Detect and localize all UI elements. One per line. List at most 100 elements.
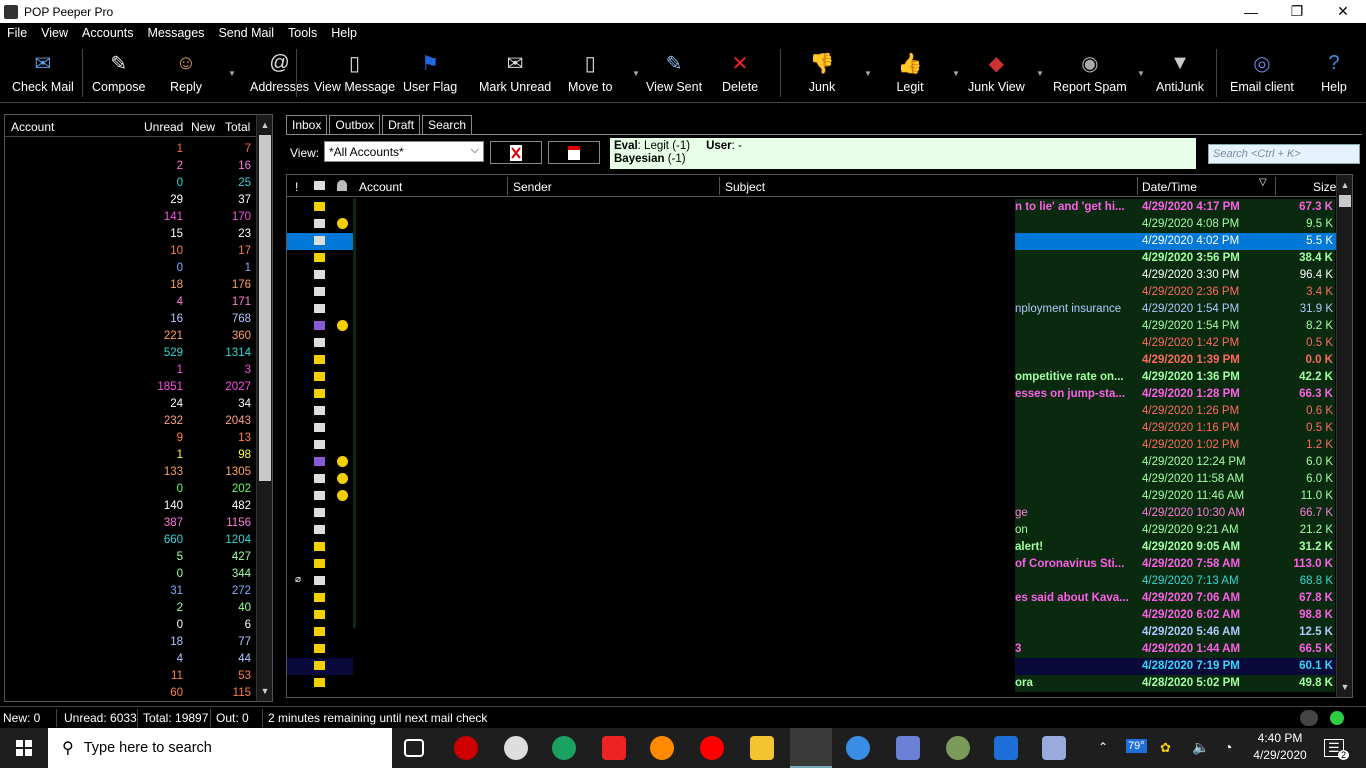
account-row[interactable]: 0 344	[5, 566, 257, 583]
scroll-up-icon[interactable]: ▲	[257, 117, 273, 133]
online-status-icon[interactable]	[1330, 711, 1344, 725]
account-row[interactable]: 660 1204	[5, 532, 257, 549]
app-bird-icon[interactable]	[846, 736, 870, 760]
account-row[interactable]: 232 2043	[5, 413, 257, 430]
user-flag-button[interactable]: ⚑ User Flag	[403, 49, 457, 95]
menu-messages[interactable]: Messages	[140, 26, 211, 40]
compose-button[interactable]: ✎ Compose	[92, 49, 146, 95]
dropdown-arrow-icon[interactable]: ▼	[1137, 69, 1145, 78]
help-button[interactable]: ? Help	[1320, 49, 1348, 95]
app-globe-icon[interactable]	[946, 736, 970, 760]
unread-column-header[interactable]: Unread	[144, 120, 183, 134]
account-row[interactable]: 29 37	[5, 192, 257, 209]
account-row[interactable]: 4 44	[5, 651, 257, 668]
filter-page-button[interactable]	[548, 141, 600, 164]
accounts-scrollbar[interactable]: ▲ ▼	[256, 115, 272, 701]
opera-browser-icon[interactable]	[700, 736, 724, 760]
restore-button[interactable]: ❐	[1274, 0, 1320, 23]
account-row[interactable]: 1851 2027	[5, 379, 257, 396]
scroll-down-icon[interactable]: ▼	[1337, 679, 1352, 695]
tab-search[interactable]: Search	[422, 115, 473, 135]
account-row[interactable]: 5 427	[5, 549, 257, 566]
datetime-column-header[interactable]: Date/Time	[1142, 180, 1197, 194]
account-row[interactable]: 16 768	[5, 311, 257, 328]
firefox-browser-icon[interactable]	[650, 736, 674, 760]
pop-peeper-taskbar-button[interactable]	[790, 728, 832, 768]
menu-tools[interactable]: Tools	[281, 26, 324, 40]
task-view-icon[interactable]	[404, 739, 424, 757]
edge-browser-icon[interactable]	[552, 736, 576, 760]
account-list-column-header[interactable]: Account	[359, 180, 402, 194]
antijunk-button[interactable]: ▼ AntiJunk	[1156, 49, 1204, 95]
account-row[interactable]: 13	[5, 362, 257, 379]
mark-unread-button[interactable]: ✉ Mark Unread	[479, 49, 551, 95]
tab-draft[interactable]: Draft	[382, 115, 421, 135]
taskbar-clock[interactable]: 4:40 PM 4/29/2020	[1248, 730, 1312, 764]
account-row[interactable]: 06	[5, 617, 257, 634]
message-scroll-thumb[interactable]	[1339, 195, 1351, 207]
file-explorer-icon[interactable]	[750, 736, 774, 760]
delete-button[interactable]: ✕ Delete	[722, 49, 758, 95]
search-input[interactable]: Search <Ctrl + K>	[1208, 144, 1360, 164]
total-column-header[interactable]: Total	[225, 120, 250, 134]
report-spam-button[interactable]: ◉ Report Spam	[1053, 49, 1127, 95]
view-sent-button[interactable]: ✎ View Sent	[646, 49, 702, 95]
start-button[interactable]	[0, 728, 48, 768]
minimize-button[interactable]: —	[1228, 0, 1274, 23]
account-row[interactable]: 11 53	[5, 668, 257, 685]
reply-button[interactable]: ☺ Reply	[170, 49, 202, 95]
mail-app-icon[interactable]	[994, 736, 1018, 760]
account-row[interactable]: 2 40	[5, 600, 257, 617]
app-sphere-icon[interactable]	[504, 736, 528, 760]
network-icon[interactable]: ◔	[1224, 739, 1232, 755]
account-row[interactable]: 18 77	[5, 634, 257, 651]
taskbar-search-input[interactable]: ⚲ Type here to search	[48, 728, 392, 768]
junk-view-button[interactable]: ◆ Junk View	[968, 49, 1025, 95]
dropdown-arrow-icon[interactable]: ▼	[228, 69, 236, 78]
dropdown-arrow-icon[interactable]: ▼	[632, 69, 640, 78]
flag-column-header[interactable]: !	[295, 180, 298, 194]
account-row[interactable]: 529 1314	[5, 345, 257, 362]
account-row[interactable]: 221 360	[5, 328, 257, 345]
account-row[interactable]: 9 13	[5, 430, 257, 447]
close-button[interactable]: ✕	[1320, 0, 1366, 23]
volume-icon[interactable]: 🔈	[1192, 739, 1209, 756]
account-row[interactable]: 24 34	[5, 396, 257, 413]
move-to-button[interactable]: ▯ Move to	[568, 49, 612, 95]
person-column-icon[interactable]	[337, 180, 347, 191]
account-column-header[interactable]: Account	[11, 120, 54, 134]
weather-temperature[interactable]: 79°	[1126, 739, 1147, 753]
scroll-down-icon[interactable]: ▼	[257, 683, 273, 699]
account-row[interactable]: 0 202	[5, 481, 257, 498]
menu-file[interactable]: File	[0, 26, 34, 40]
message-list-scrollbar[interactable]: ▲ ▼	[1336, 175, 1352, 697]
size-column-header[interactable]: Size	[1313, 180, 1336, 194]
account-row[interactable]: 141 170	[5, 209, 257, 226]
account-row[interactable]: 31 272	[5, 583, 257, 600]
status-column-icon[interactable]	[314, 181, 325, 190]
account-row[interactable]: 0 25	[5, 175, 257, 192]
addresses-button[interactable]: @ Addresses	[250, 49, 309, 95]
dropdown-arrow-icon[interactable]: ▼	[1036, 69, 1044, 78]
accounts-scroll-thumb[interactable]	[259, 135, 271, 481]
dropdown-arrow-icon[interactable]: ▼	[952, 69, 960, 78]
check-mail-button[interactable]: ✉ Check Mail	[12, 49, 74, 95]
vivaldi-browser-icon[interactable]	[602, 736, 626, 760]
account-row[interactable]: 17	[5, 141, 257, 158]
new-column-header[interactable]: New	[191, 120, 215, 134]
scroll-up-icon[interactable]: ▲	[1337, 177, 1352, 193]
account-row[interactable]: 2 16	[5, 158, 257, 175]
dropdown-arrow-icon[interactable]: ▼	[864, 69, 872, 78]
menu-help[interactable]: Help	[324, 26, 364, 40]
email-client-button[interactable]: ◎ Email client	[1230, 49, 1294, 95]
account-row[interactable]: 15 23	[5, 226, 257, 243]
tab-outbox[interactable]: Outbox	[329, 115, 381, 135]
sender-column-header[interactable]: Sender	[513, 180, 552, 194]
account-row[interactable]: 387 1156	[5, 515, 257, 532]
junk-button[interactable]: 👎 Junk	[808, 49, 836, 95]
chevron-up-icon[interactable]: ⌃	[1098, 740, 1108, 754]
account-row[interactable]: 4 171	[5, 294, 257, 311]
account-row[interactable]: 133 1305	[5, 464, 257, 481]
view-message-button[interactable]: ▯ View Message	[314, 49, 395, 95]
tray-app-icon[interactable]: ✿	[1160, 740, 1171, 756]
